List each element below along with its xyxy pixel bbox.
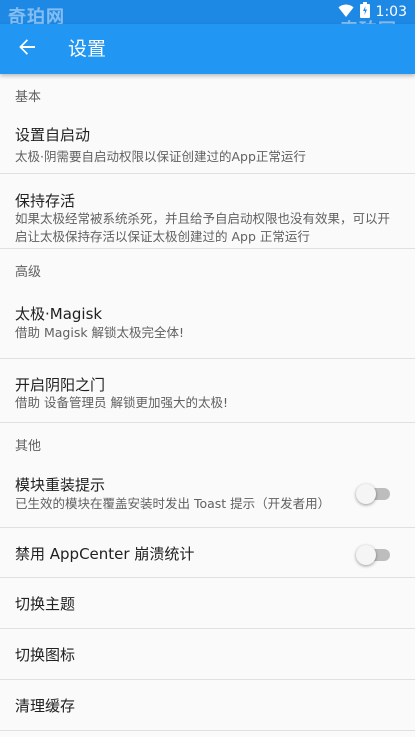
- status-bar: 奇珀网 奇珀网 1:03: [0, 0, 415, 41]
- section-header-advanced: 高级: [15, 265, 42, 280]
- setting-switch-icon[interactable]: 切换图标: [0, 629, 415, 680]
- switch-thumb: [356, 545, 376, 565]
- setting-title: 清理缓存: [15, 697, 76, 715]
- setting-autostart[interactable]: 设置自启动 太极·阴需要自启动权限以保证创建过的App正常运行: [0, 120, 415, 174]
- setting-summary: 如果太极经常被系统杀死，并且给予自启动权限也没有效果，可以开启让太极保持存活以保…: [15, 211, 391, 244]
- wifi-icon: [338, 3, 354, 22]
- app-toolbar: 设置: [0, 24, 415, 74]
- setting-disable-appcenter[interactable]: 禁用 AppCenter 崩溃统计: [0, 528, 415, 578]
- settings-list: 基本 设置自启动 太极·阴需要自启动权限以保证创建过的App正常运行 保持存活 …: [0, 74, 415, 731]
- setting-summary: 借助 Magisk 解锁太极完全体!: [15, 325, 185, 340]
- setting-title: 禁用 AppCenter 崩溃统计: [15, 545, 195, 563]
- setting-yinyang-gate[interactable]: 开启阴阳之门 借助 设备管理员 解锁更加强大的太极!: [0, 359, 415, 423]
- setting-title: 开启阴阳之门: [15, 376, 106, 394]
- back-button[interactable]: [12, 34, 42, 64]
- setting-keepalive[interactable]: 保持存活 如果太极经常被系统杀死，并且给予自启动权限也没有效果，可以开启让太极保…: [0, 174, 415, 249]
- back-arrow-icon: [18, 38, 36, 60]
- section-header-other: 其他: [15, 439, 42, 454]
- setting-summary: 借助 设备管理员 解锁更加强大的太极!: [15, 395, 228, 410]
- setting-title: 模块重装提示: [15, 476, 106, 494]
- battery-icon: [359, 2, 370, 22]
- page-title: 设置: [68, 38, 107, 60]
- section-header-basic: 基本: [15, 90, 42, 105]
- clock: 1:03: [375, 4, 407, 20]
- setting-title: 太极·Magisk: [15, 305, 103, 323]
- setting-title: 保持存活: [15, 192, 76, 210]
- setting-title: 切换图标: [15, 646, 76, 664]
- appcenter-toggle[interactable]: [356, 544, 390, 565]
- setting-clear-cache[interactable]: 清理缓存: [0, 680, 415, 731]
- switch-thumb: [356, 484, 376, 504]
- setting-title: 设置自启动: [15, 126, 91, 144]
- setting-summary: 太极·阴需要自启动权限以保证创建过的App正常运行: [15, 149, 306, 164]
- module-reinstall-toggle[interactable]: [356, 483, 390, 504]
- setting-summary: 已生效的模块在覆盖安装时发出 Toast 提示（开发者用）: [15, 496, 331, 511]
- setting-magisk[interactable]: 太极·Magisk 借助 Magisk 解锁太极完全体!: [0, 295, 415, 359]
- setting-title: 切换主题: [15, 595, 76, 613]
- setting-module-reinstall[interactable]: 模块重装提示 已生效的模块在覆盖安装时发出 Toast 提示（开发者用）: [0, 469, 415, 528]
- setting-switch-theme[interactable]: 切换主题: [0, 578, 415, 629]
